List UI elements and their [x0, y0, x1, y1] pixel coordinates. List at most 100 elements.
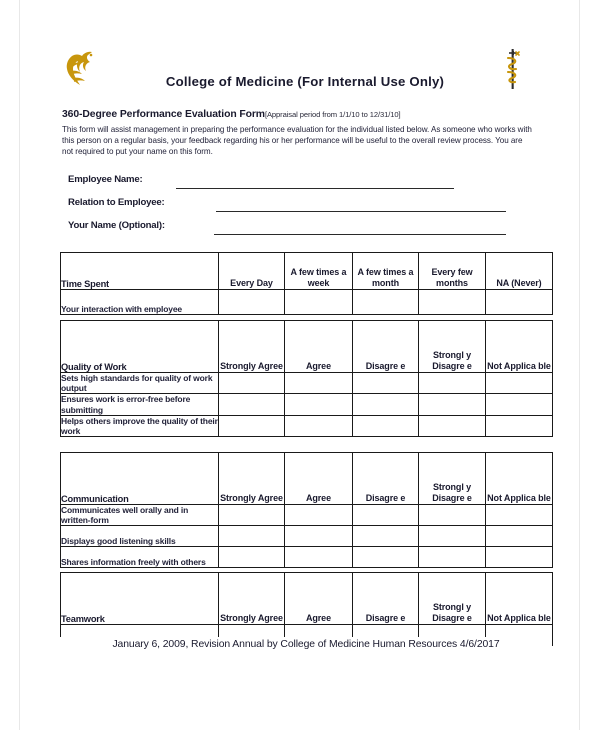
response-cell[interactable]	[218, 525, 285, 548]
response-cell[interactable]	[485, 546, 553, 569]
form-title: 360-Degree Performance Evaluation Form	[62, 109, 265, 120]
scale-header-strongly-disagree: Strongl y Disagre e	[418, 452, 486, 505]
response-cell[interactable]	[485, 525, 553, 548]
caduceus-logo-icon	[500, 46, 526, 92]
item-label: Ensures work is error-free before submit…	[60, 393, 219, 416]
response-cell[interactable]	[218, 371, 285, 395]
item-label: Shares information freely with others	[60, 546, 219, 569]
response-cell[interactable]	[418, 371, 486, 395]
table-row: Ensures work is error-free before submit…	[60, 393, 553, 416]
response-cell[interactable]	[218, 393, 285, 416]
response-cell[interactable]	[418, 546, 486, 569]
section-title-quality-of-work: Quality of Work	[60, 320, 219, 373]
response-cell[interactable]	[284, 393, 353, 416]
response-cell[interactable]	[352, 414, 419, 438]
scale-header-strongly-disagree: Strongl y Disagre e	[418, 320, 486, 373]
document-content: College of Medicine (For Internal Use On…	[0, 0, 600, 730]
item-label: Communicates well orally and in written-…	[60, 503, 219, 527]
scale-header-disagree: Disagre e	[352, 320, 419, 373]
response-cell[interactable]	[418, 289, 486, 315]
quality-of-work-table: Quality of Work Strongly Agree Agree Dis…	[60, 320, 553, 438]
employee-name-row: Employee Name:	[68, 172, 508, 195]
response-cell[interactable]	[284, 546, 353, 569]
table-row: Communicates well orally and in written-…	[60, 503, 553, 527]
table-row: Shares information freely with others	[60, 546, 553, 569]
relation-to-employee-row: Relation to Employee:	[68, 195, 508, 218]
response-cell[interactable]	[352, 546, 419, 569]
response-cell[interactable]	[352, 289, 419, 315]
scale-header-strongly-disagree: Strongl y Disagre e	[418, 572, 486, 625]
appraisal-period: [Appraisal period from 1/1/10 to 12/31/1…	[264, 110, 401, 119]
response-cell[interactable]	[485, 414, 553, 438]
scale-header-every-few-months: Every few months	[418, 252, 486, 290]
response-cell[interactable]	[352, 371, 419, 395]
scale-header-strongly-agree: Strongly Agree	[218, 452, 285, 505]
response-cell[interactable]	[284, 503, 353, 527]
response-cell[interactable]	[485, 371, 553, 395]
employee-name-input[interactable]	[176, 188, 454, 189]
scale-header-strongly-agree: Strongly Agree	[218, 320, 285, 373]
teamwork-table: Teamwork Strongly Agree Agree Disagre e …	[60, 572, 553, 646]
item-label: Displays good listening skills	[60, 525, 219, 548]
scale-header-agree: Agree	[284, 572, 353, 625]
scale-header-few-times-week: A few times a week	[284, 252, 353, 290]
response-cell[interactable]	[218, 289, 285, 315]
your-name-label: Your Name (Optional):	[68, 220, 165, 231]
item-label: Helps others improve the quality of thei…	[60, 414, 219, 438]
scale-header-agree: Agree	[284, 452, 353, 505]
form-title-line: 360-Degree Performance Evaluation Form[A…	[62, 104, 532, 122]
employee-name-label: Employee Name:	[68, 174, 143, 185]
table-header-row: Teamwork Strongly Agree Agree Disagre e …	[60, 572, 553, 625]
response-cell[interactable]	[418, 393, 486, 416]
response-cell[interactable]	[485, 393, 553, 416]
response-cell[interactable]	[352, 503, 419, 527]
response-cell[interactable]	[284, 414, 353, 438]
table-header-row: Communication Strongly Agree Agree Disag…	[60, 452, 553, 505]
scale-header-agree: Agree	[284, 320, 353, 373]
response-cell[interactable]	[284, 525, 353, 548]
respondent-fields: Employee Name: Relation to Employee: You…	[68, 172, 508, 241]
response-cell[interactable]	[218, 503, 285, 527]
table-row: Displays good listening skills	[60, 525, 553, 548]
form-instructions: This form will assist management in prep…	[62, 125, 532, 157]
scale-header-not-applicable: Not Applica ble	[485, 320, 553, 373]
table-header-row: Quality of Work Strongly Agree Agree Dis…	[60, 320, 553, 373]
response-cell[interactable]	[352, 393, 419, 416]
scale-header-few-times-month: A few times a month	[352, 252, 419, 290]
response-cell[interactable]	[218, 414, 285, 438]
your-name-input[interactable]	[214, 234, 506, 235]
section-title-time-spent: Time Spent	[60, 252, 219, 290]
scale-header-na-never: NA (Never)	[485, 252, 553, 290]
response-cell[interactable]	[218, 546, 285, 569]
relation-to-employee-input[interactable]	[216, 211, 506, 212]
your-name-row: Your Name (Optional):	[68, 218, 508, 241]
communication-table: Communication Strongly Agree Agree Disag…	[60, 452, 553, 569]
table-row: Your interaction with employee	[60, 289, 553, 315]
response-cell[interactable]	[485, 503, 553, 527]
response-cell[interactable]	[485, 289, 553, 315]
scale-header-disagree: Disagre e	[352, 572, 419, 625]
response-cell[interactable]	[418, 414, 486, 438]
response-cell[interactable]	[284, 289, 353, 315]
scale-header-not-applicable: Not Applica ble	[485, 572, 553, 625]
page-title: College of Medicine (For Internal Use On…	[165, 74, 445, 89]
section-title-communication: Communication	[60, 452, 219, 505]
relation-to-employee-label: Relation to Employee:	[68, 197, 165, 208]
document-footer: January 6, 2009, Revision Annual by Coll…	[60, 637, 552, 654]
table-row: Sets high standards for quality of work …	[60, 371, 553, 395]
response-cell[interactable]	[418, 525, 486, 548]
time-spent-table: Time Spent Every Day A few times a week …	[60, 252, 553, 315]
section-title-teamwork: Teamwork	[60, 572, 219, 625]
pegasus-logo-icon	[62, 48, 102, 90]
response-cell[interactable]	[284, 371, 353, 395]
item-label: Your interaction with employee	[60, 289, 219, 315]
scale-header-not-applicable: Not Applica ble	[485, 452, 553, 505]
scale-header-strongly-agree: Strongly Agree	[218, 572, 285, 625]
table-row: Helps others improve the quality of thei…	[60, 414, 553, 438]
scale-header-every-day: Every Day	[218, 252, 285, 290]
table-header-row: Time Spent Every Day A few times a week …	[60, 252, 553, 290]
scale-header-disagree: Disagre e	[352, 452, 419, 505]
response-cell[interactable]	[418, 503, 486, 527]
document-page: College of Medicine (For Internal Use On…	[0, 0, 600, 730]
response-cell[interactable]	[352, 525, 419, 548]
